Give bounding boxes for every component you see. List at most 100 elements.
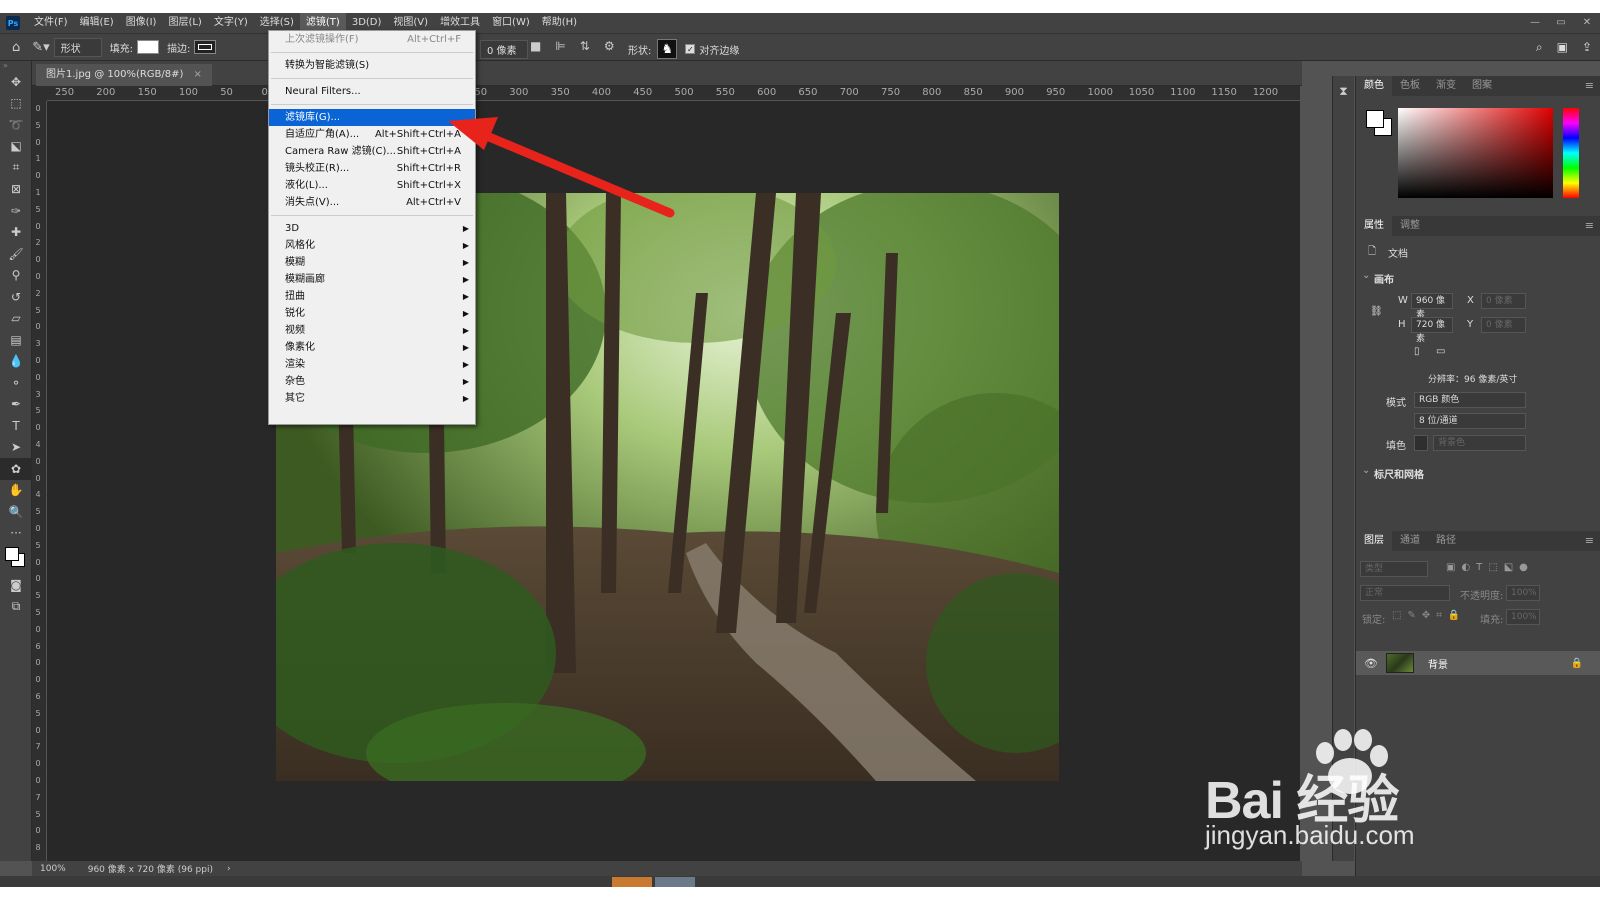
height-input[interactable]: 720 像素 [1411,317,1453,344]
fill-color-select[interactable]: 背景色 [1433,435,1526,451]
color-field[interactable] [1398,108,1553,198]
filter-menu-item[interactable]: 滤镜库(G)... [269,109,475,126]
portrait-orientation-icon[interactable]: ▯ [1414,346,1420,357]
filter-menu-item[interactable]: 风格化 ▶ [269,237,475,254]
filter-menu-item[interactable]: 自适应广角(A)... Alt+Shift+Ctrl+A [269,126,475,143]
opacity-input[interactable]: 100% [1506,585,1540,601]
tab-color[interactable]: 颜色 [1356,76,1392,96]
vertical-ruler[interactable]: 0 5 0 1 0 1 5 0 2 0 0 2 5 0 3 0 0 3 5 0 4 0 0 4 5 0 5 0 0 5 5 0 6 0 0 6 5 0 7 0… [32,101,47,861]
path-select-tool-icon[interactable]: ➤ [0,437,32,459]
brush-tool-icon[interactable]: 🖌 [0,243,32,265]
gradient-tool-icon[interactable]: ▤ [0,329,32,351]
toolbar-collapse-icon[interactable]: » [0,61,31,71]
stroke-swatch[interactable] [194,40,217,54]
menu-item[interactable]: 编辑(E) [74,13,120,33]
eraser-tool-icon[interactable]: ▱ [0,308,32,330]
filter-menu-item[interactable]: 液化(L)... Shift+Ctrl+X [269,177,475,194]
rulers-grids-section-title[interactable]: 标尺和网格 [1374,466,1424,481]
eye-icon[interactable]: 👁 [1364,657,1378,670]
type-tool-icon[interactable]: T [0,415,32,437]
lasso-tool-icon[interactable]: ➰ [0,114,32,136]
fill-color-swatch[interactable] [1414,435,1428,451]
shape-mode-select[interactable]: 形状 [53,37,102,57]
filter-menu-item[interactable]: Neural Filters... [269,83,475,100]
tab-paths[interactable]: 路径 [1428,531,1464,551]
filter-menu-item[interactable]: 模糊 ▶ [269,254,475,271]
blur-tool-icon[interactable]: 💧 [0,351,32,373]
tab-properties[interactable]: 属性 [1356,216,1392,236]
layers-menu-icon[interactable]: ≡ [1585,534,1594,547]
lock-icons[interactable]: ⬚✎✥⌗🔒 [1392,610,1466,621]
foreground-color-swatch[interactable] [5,547,19,561]
filter-menu-item[interactable]: 转换为智能滤镜(S) [269,57,475,74]
more-tools-icon[interactable]: ··· [0,523,32,545]
taskbar-app-icon[interactable] [612,877,652,887]
menu-item[interactable]: 帮助(H) [536,13,583,33]
layer-filter-icons[interactable]: ▣◐T⬚⬕● [1446,562,1534,573]
pen-tool-icon[interactable]: ✒ [0,394,32,416]
path-operations-icon[interactable]: ■ [530,39,541,53]
filter-menu-item[interactable]: 上次滤镜操作(F) Alt+Ctrl+F [269,31,475,48]
tab-channels[interactable]: 通道 [1392,531,1428,551]
stroke-width-input[interactable]: 0 像素 [480,40,528,59]
dodge-tool-icon[interactable]: ⚬ [0,372,32,394]
landscape-orientation-icon[interactable]: ▭ [1436,346,1445,357]
zoom-tool-icon[interactable]: 🔍 [0,501,32,523]
move-tool-icon[interactable]: ✥ [0,71,32,93]
crop-tool-icon[interactable]: ⌗ [0,157,32,179]
clone-stamp-tool-icon[interactable]: ⚲ [0,265,32,287]
layer-name[interactable]: 背景 [1428,656,1448,671]
fill-input[interactable]: 100% [1506,609,1540,625]
tab-swatches[interactable]: 色板 [1392,76,1428,96]
filter-menu-item[interactable]: 模糊画廊 ▶ [269,271,475,288]
close-button[interactable]: ✕ [1574,13,1600,33]
chevron-down-icon[interactable]: ⌄ [1362,465,1370,476]
properties-menu-icon[interactable]: ≡ [1585,219,1594,232]
menu-item[interactable]: 文件(F) [28,13,74,33]
color-mode-select[interactable]: RGB 颜色 [1414,392,1526,408]
link-icon[interactable]: ⛓ [1370,306,1383,317]
tab-adjustments[interactable]: 调整 [1392,216,1428,236]
layer-row[interactable]: 👁 背景 🔒 [1356,651,1600,675]
close-tab-icon[interactable]: × [193,69,201,80]
history-brush-tool-icon[interactable]: ↺ [0,286,32,308]
share-icon[interactable]: ⇪ [1582,40,1592,55]
photoshop-logo-icon[interactable]: Ps [6,16,20,30]
chevron-down-icon[interactable]: ⌄ [1362,270,1370,281]
blend-mode-select[interactable]: 正常 [1360,585,1450,601]
filter-menu-item[interactable]: 扭曲 ▶ [269,288,475,305]
filter-menu-item[interactable]: 锐化 ▶ [269,305,475,322]
layer-filter-input[interactable]: 类型 [1360,561,1428,577]
frame-tool-icon[interactable]: ⊠ [0,179,32,201]
lock-icon[interactable]: 🔒 [1571,658,1583,669]
home-icon[interactable]: ⌂ [12,40,20,55]
menu-item[interactable]: 窗口(W) [486,13,536,33]
canvas-section-title[interactable]: 画布 [1374,271,1394,286]
path-arrangement-icon[interactable]: ⇅ [580,39,590,53]
filter-menu-item[interactable]: 其它 ▶ [269,390,475,407]
screen-mode-icon[interactable]: ⧉ [0,596,32,618]
object-select-tool-icon[interactable]: ⬕ [0,136,32,158]
healing-brush-tool-icon[interactable]: ✚ [0,222,32,244]
filter-menu-item[interactable]: 镜头校正(R)... Shift+Ctrl+R [269,160,475,177]
x-input[interactable]: 0 像素 [1481,293,1526,309]
tab-layers[interactable]: 图层 [1356,531,1392,551]
quick-mask-icon[interactable]: ◙ [0,574,32,596]
taskbar-app-icon[interactable] [655,877,695,887]
filter-menu-item[interactable]: Camera Raw 滤镜(C)... Shift+Ctrl+A [269,143,475,160]
fill-swatch[interactable] [137,40,160,54]
tool-preset-icon[interactable]: ✎▾ [32,40,49,55]
ruler-origin[interactable] [32,86,47,101]
width-input[interactable]: 960 像素 [1411,293,1453,320]
document-tab[interactable]: 图片1.jpg @ 100%(RGB/8#) × [36,64,212,86]
zoom-level[interactable]: 100% [40,864,66,874]
workspace-icon[interactable]: ▣ [1557,40,1568,55]
color-swatches[interactable] [0,544,32,574]
status-more-icon[interactable]: › [227,864,231,874]
hand-tool-icon[interactable]: ✋ [0,480,32,502]
custom-shape-tool-icon[interactable]: ✿ [0,458,32,480]
filter-menu-item[interactable]: 视频 ▶ [269,322,475,339]
search-icon[interactable]: ⌕ [1536,40,1543,55]
y-input[interactable]: 0 像素 [1481,317,1526,333]
filter-menu-item[interactable]: 渲染 ▶ [269,356,475,373]
